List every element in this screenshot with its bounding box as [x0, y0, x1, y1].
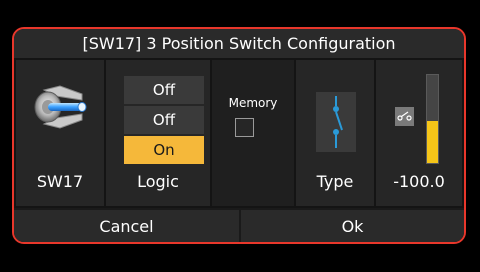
ok-button[interactable]: Ok	[241, 210, 464, 242]
switch-panel[interactable]: SW17	[16, 60, 104, 206]
switch-icon	[395, 107, 414, 126]
type-panel[interactable]: Type	[296, 60, 374, 206]
dialog-buttons: Cancel Ok	[14, 208, 464, 242]
logic-option-up[interactable]: Off	[124, 76, 204, 104]
logic-option-middle[interactable]: Off	[124, 106, 204, 134]
toggle-switch-icon	[34, 85, 87, 129]
three-position-switch-icon	[316, 92, 356, 152]
type-label: Type	[316, 172, 354, 191]
logic-panel: Off Off On Logic	[106, 60, 210, 206]
cancel-button[interactable]: Cancel	[14, 210, 239, 242]
value-panel: -100.0	[376, 60, 462, 206]
dialog-title: [SW17] 3 Position Switch Configuration	[14, 29, 464, 58]
switch-config-dialog: [SW17] 3 Position Switch Configuration S…	[12, 27, 466, 244]
value-gauge	[426, 74, 439, 164]
logic-options: Off Off On	[124, 76, 204, 166]
memory-label: Memory	[228, 96, 278, 110]
memory-checkbox[interactable]	[235, 118, 254, 137]
value-text: -100.0	[393, 172, 445, 191]
value-gauge-fill	[427, 120, 438, 163]
switch-name-label: SW17	[36, 172, 84, 191]
logic-option-down[interactable]: On	[124, 136, 204, 164]
logic-label: Logic	[137, 172, 179, 191]
